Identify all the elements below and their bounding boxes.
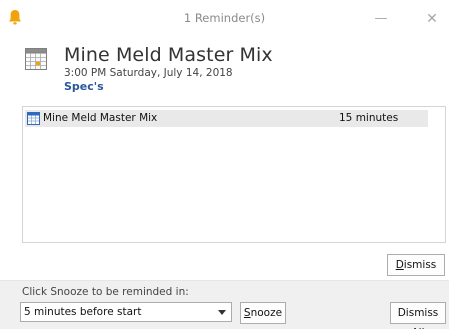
snooze-duration-value: 5 minutes before start (24, 306, 142, 318)
snooze-label: Click Snooze to be reminded in: (22, 286, 189, 298)
snooze-duration-select[interactable]: 5 minutes before start (20, 302, 232, 322)
reminder-list[interactable]: Mine Meld Master Mix 15 minutes (22, 106, 446, 243)
reminder-row-due-in: 15 minutes (339, 112, 399, 124)
reminder-row-subject: Mine Meld Master Mix (43, 112, 158, 124)
dismiss-all-button[interactable]: Dismiss All (390, 302, 446, 329)
dismiss-button[interactable]: Dismiss (387, 254, 445, 276)
reminder-time: 3:00 PM Saturday, July 14, 2018 (64, 67, 233, 79)
close-button[interactable]: ✕ (417, 8, 447, 30)
snooze-button[interactable]: Snooze (240, 302, 286, 324)
reminder-list-row[interactable]: Mine Meld Master Mix 15 minutes (25, 110, 428, 127)
reminder-subject: Mine Meld Master Mix (64, 44, 273, 66)
minimize-button[interactable]: — (366, 8, 396, 30)
calendar-icon (25, 48, 47, 70)
reminder-location: Spec's (64, 80, 104, 93)
title-bar: 1 Reminder(s) — ✕ (0, 0, 449, 40)
calendar-icon (27, 112, 40, 125)
chevron-down-icon[interactable] (218, 310, 226, 315)
